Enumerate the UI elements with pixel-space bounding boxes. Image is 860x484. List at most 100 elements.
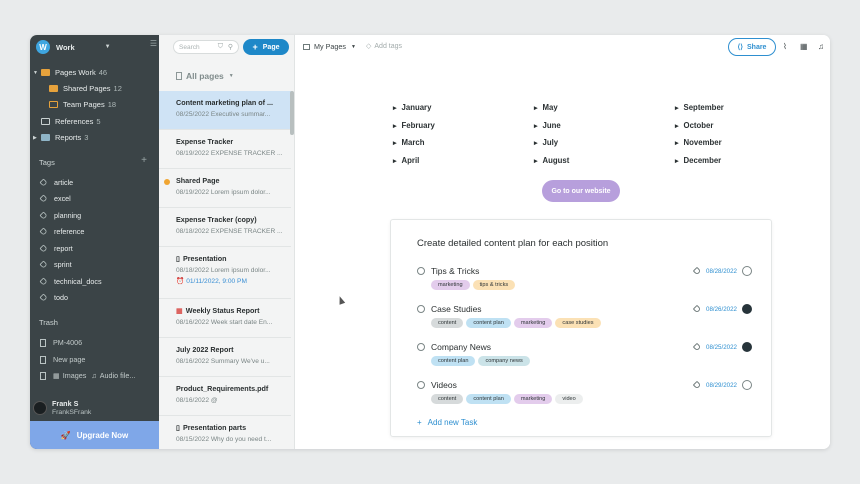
collapse-sidebar-icon[interactable]: ☰ <box>150 39 157 48</box>
month-toggle[interactable]: February <box>393 121 435 130</box>
month-toggle[interactable]: April <box>393 156 420 165</box>
breadcrumb[interactable]: My Pages ▼ <box>303 42 356 51</box>
tag-item[interactable]: technical_docs <box>39 275 102 288</box>
workspace-avatar: W <box>36 40 50 54</box>
tag-item[interactable]: report <box>39 242 73 255</box>
upgrade-button[interactable]: 🚀 Upgrade Now <box>30 421 159 449</box>
tag-chip[interactable]: marketing <box>513 394 553 404</box>
task-checkbox[interactable] <box>417 381 425 389</box>
app-window: W Work ▼ ☰ ▼ Pages Work 46 Shared Pages 12… <box>30 35 830 449</box>
trash-item[interactable]: New page <box>40 353 85 366</box>
month-toggle[interactable]: July <box>534 138 559 147</box>
task-due-date[interactable]: 08/29/2022 <box>706 382 737 389</box>
month-toggle[interactable]: March <box>393 138 425 147</box>
new-page-button[interactable]: + Page <box>243 39 289 55</box>
tag-item[interactable]: sprint <box>39 258 72 271</box>
tree-item-pages-work[interactable]: ▼ Pages Work 46 <box>33 66 107 79</box>
tag-icon <box>39 277 48 286</box>
shared-indicator <box>164 179 170 185</box>
tag-chip[interactable]: video <box>555 394 583 404</box>
bell-icon[interactable]: ♫ <box>818 42 824 51</box>
tag-icon[interactable] <box>692 342 702 352</box>
month-toggle[interactable]: September <box>675 103 724 112</box>
chevron-right-icon: ▶ <box>33 134 37 141</box>
share-icon: ⟨⟩ <box>737 44 743 51</box>
list-item[interactable]: Expense Tracker 08/19/2022 EXPENSE TRACK… <box>159 130 291 169</box>
tag-item[interactable]: todo <box>39 291 68 304</box>
task-checkbox[interactable] <box>417 305 425 313</box>
add-tag-icon[interactable]: + <box>141 155 147 166</box>
task-list-title: Create detailed content plan for each po… <box>417 238 609 249</box>
tags-header: Tags <box>39 158 55 167</box>
tag-icon[interactable] <box>692 304 702 314</box>
month-toggle[interactable]: August <box>534 156 570 165</box>
list-item[interactable]: July 2022 Report 08/16/2022 Summary We'v… <box>159 338 291 377</box>
filter-icon[interactable]: ⛉ <box>218 43 223 51</box>
user-profile[interactable]: Frank S FrankSFrank <box>33 399 91 417</box>
month-toggle[interactable]: October <box>675 121 714 130</box>
tag-icon[interactable] <box>692 266 702 276</box>
task-tags: content content plan marketing video <box>431 394 583 404</box>
month-toggle[interactable]: May <box>534 103 558 112</box>
tag-chip[interactable]: tips & tricks <box>472 280 516 290</box>
tag-chip[interactable]: case studies <box>555 318 601 328</box>
list-item[interactable]: Product_Requirements.pdf 08/16/2022 @ <box>159 377 291 416</box>
task-due-date[interactable]: 08/26/2022 <box>706 306 737 313</box>
tag-chip[interactable]: content plan <box>466 394 511 404</box>
tree-item-reports[interactable]: ▶ Reports 3 <box>33 131 88 144</box>
tag-item[interactable]: reference <box>39 225 84 238</box>
task-checkbox[interactable] <box>417 267 425 275</box>
tree-item-shared-pages[interactable]: Shared Pages 12 <box>49 82 122 95</box>
task-row: Videos 08/29/2022 content content plan m… <box>417 380 753 412</box>
month-toggle[interactable]: November <box>675 138 722 147</box>
task-due-date[interactable]: 08/25/2022 <box>706 344 737 351</box>
add-task-button[interactable]: + Add new Task <box>417 418 483 427</box>
tag-item[interactable]: excel <box>39 192 71 205</box>
list-item[interactable]: ▦ Weekly Status Report 08/16/2022 Week st… <box>159 299 291 338</box>
month-toggle[interactable]: December <box>675 156 722 165</box>
list-item[interactable]: ▯ Presentation parts 08/15/2022 Why do yo… <box>159 416 291 449</box>
tag-chip[interactable]: content plan <box>466 318 511 328</box>
tree-item-references[interactable]: References 5 <box>41 115 101 128</box>
assignee-icon[interactable] <box>742 380 752 390</box>
tag-chip[interactable]: content <box>431 394 464 404</box>
month-toggle[interactable]: June <box>534 121 561 130</box>
layout-icon[interactable]: ▦ <box>800 42 808 51</box>
workspace-name: Work <box>56 42 75 52</box>
tag-item[interactable]: article <box>39 176 73 189</box>
tag-icon <box>39 244 48 253</box>
user-handle: FrankSFrank <box>52 409 92 416</box>
month-toggle[interactable]: January <box>393 103 432 112</box>
share-button[interactable]: ⟨⟩ Share <box>728 38 776 56</box>
list-item[interactable]: Shared Page 08/19/2022 Lorem ipsum dolor… <box>159 169 291 208</box>
attachment-icon[interactable]: ⌇ <box>783 42 787 51</box>
avatar[interactable] <box>742 342 752 352</box>
add-tags-button[interactable]: ◇ Add tags <box>366 42 402 50</box>
list-item[interactable]: ▯ Presentation 08/18/2022 Lorem ipsum dol… <box>159 247 291 299</box>
tag-chip[interactable]: company news <box>478 356 530 366</box>
task-checkbox[interactable] <box>417 343 425 351</box>
plus-icon: + <box>417 418 422 427</box>
document-icon <box>40 338 46 347</box>
tag-icon: ◇ <box>366 43 372 50</box>
tag-chip[interactable]: marketing <box>513 318 553 328</box>
tag-chip[interactable]: content plan <box>431 356 476 366</box>
tag-chip[interactable]: content <box>431 318 464 328</box>
tag-icon[interactable] <box>692 380 702 390</box>
website-button[interactable]: Go to our website <box>542 180 620 202</box>
assignee-icon[interactable] <box>742 266 752 276</box>
list-item[interactable]: Content marketing plan of ... 08/25/2022… <box>159 91 291 130</box>
list-item[interactable]: Expense Tracker (copy) 08/18/2022 EXPENS… <box>159 208 291 247</box>
list-scrollbar[interactable] <box>290 91 294 135</box>
search-input[interactable]: Search ⛉ ⚲ <box>173 40 239 54</box>
calendar-icon: ▦ <box>176 306 183 315</box>
workspace-switcher[interactable]: W Work ▼ <box>36 38 154 56</box>
trash-item[interactable]: ▦ Images ♫ Audio file... <box>40 369 135 382</box>
tag-chip[interactable]: marketing <box>431 280 470 290</box>
tag-item[interactable]: planning <box>39 209 81 222</box>
avatar[interactable] <box>742 304 752 314</box>
tree-item-team-pages[interactable]: Team Pages 18 <box>49 98 116 111</box>
pages-filter-dropdown[interactable]: All pages ▼ <box>176 71 234 81</box>
trash-item[interactable]: PM-4006 <box>40 336 82 349</box>
task-due-date[interactable]: 08/28/2022 <box>706 268 737 275</box>
